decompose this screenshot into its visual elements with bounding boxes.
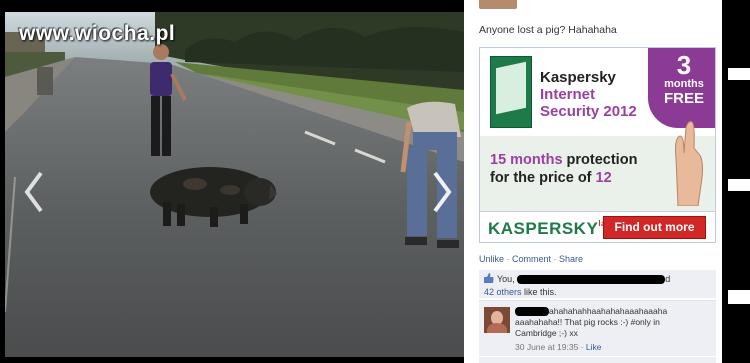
next-comment-row — [479, 357, 716, 363]
comment-like-link[interactable]: Like — [586, 342, 602, 352]
redacted-commenter-name[interactable] — [515, 307, 549, 317]
likes-suffix: d — [665, 274, 671, 284]
product-box-image — [490, 56, 532, 128]
photo[interactable]: www.wiocha.pl — [5, 12, 464, 357]
ad-footer: KASPERSKYlab Find out more — [480, 211, 715, 242]
likes-rest: like this. — [521, 287, 557, 298]
unlike-link[interactable]: Unlike — [479, 254, 504, 264]
ad-promo-text: 15 months protection for the price of 12 — [490, 151, 637, 187]
comment-body: ahahahahhaahahahaaahaaaha aaahahaha!! Th… — [515, 306, 711, 339]
chevron-left-icon — [24, 171, 43, 213]
background-fragment — [728, 290, 750, 304]
kaspersky-logo: KASPERSKYlab — [488, 219, 611, 239]
comment-timestamp[interactable]: 30 June at 19:35 — [515, 342, 578, 352]
comment-meta: 30 June at 19:35 · Like — [515, 342, 602, 352]
likes-summary: You, d 42 others like this. — [479, 270, 716, 298]
thumbs-up-icon — [484, 273, 494, 286]
next-photo-button[interactable] — [427, 167, 457, 217]
promo-line1-rest: protection — [562, 152, 638, 168]
post-actions: Unlike · Comment · Share — [479, 254, 583, 264]
likes-prefix: You, — [497, 274, 515, 284]
promo-highlight-months: 15 months — [490, 152, 563, 168]
sponsored-ad[interactable]: ▷ Kaspersky Internet Security 2012 3 mon… — [479, 47, 716, 243]
road-scene-image — [5, 12, 464, 357]
owner-avatar[interactable] — [479, 0, 517, 9]
comment-line2: aaahahaha!! That pig rocks :-) #only in — [515, 317, 660, 327]
action-separator: · — [551, 254, 560, 264]
photo-caption: Anyone lost a pig? Hahahaha — [479, 24, 617, 36]
ad-brand-line1: Kaspersky — [540, 69, 616, 86]
badge-number: 3 — [676, 50, 692, 80]
comment-meta-separator: · — [578, 342, 586, 352]
logo-text: KASPERSKY — [488, 219, 599, 238]
badge-free: FREE — [663, 90, 704, 107]
comment: ahahahahhaahahahaaahaaaha aaahahaha!! Th… — [479, 300, 716, 356]
ad-offer-badge: 3 months FREE — [648, 48, 715, 128]
redacted-names — [517, 275, 666, 285]
promo-highlight-price: 12 — [595, 170, 612, 186]
share-link[interactable]: Share — [559, 254, 583, 264]
ad-brand-line3: Security 2012 — [540, 103, 637, 120]
chevron-right-icon — [433, 171, 452, 213]
previous-photo-button[interactable] — [19, 167, 49, 217]
action-separator: · — [504, 254, 513, 264]
watermark: www.wiocha.pl — [19, 22, 176, 45]
ad-product-name: Kaspersky Internet Security 2012 — [540, 69, 660, 120]
commenter-avatar[interactable] — [484, 307, 510, 333]
hand-gesture-image — [675, 121, 703, 206]
background-fragment — [728, 68, 750, 80]
others-link[interactable]: 42 others — [484, 287, 522, 297]
comment-link[interactable]: Comment — [512, 254, 551, 264]
find-out-more-button[interactable]: Find out more — [603, 216, 706, 239]
comment-line3: Cambridge ;-) xx — [515, 328, 578, 338]
promo-line2-start: for the price of — [490, 170, 596, 186]
ad-brand-line2: Internet — [540, 86, 596, 103]
photo-sidebar: Anyone lost a pig? Hahahaha ▷ Kaspersky … — [464, 0, 722, 363]
comment-line1: ahahahahhaahahahaaahaaaha — [549, 306, 668, 316]
photo-viewer: www.wiocha.pl Anyone lost a pig? Hahahah… — [0, 0, 750, 363]
background-fragment — [728, 179, 750, 191]
